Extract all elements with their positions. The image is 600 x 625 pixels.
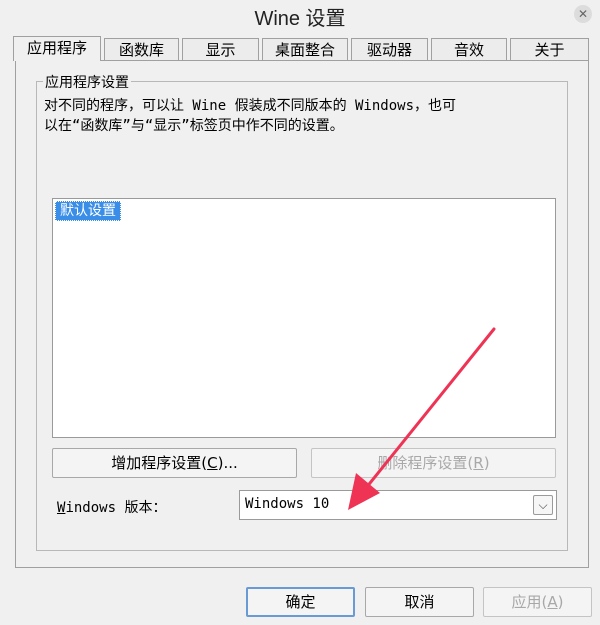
window-title: Wine 设置 xyxy=(254,8,346,30)
application-list[interactable]: 默认设置 xyxy=(52,198,556,438)
tab-applications[interactable]: 应用程序 xyxy=(13,36,101,61)
apply-button-label-pre: 应用( xyxy=(511,593,548,611)
cancel-button[interactable]: 取消 xyxy=(365,587,474,617)
add-button-label-pre: 增加程序设置( xyxy=(111,454,208,472)
description-line-2: 以在“函数库”与“显示”标签页中作不同的设置。 xyxy=(44,118,344,134)
apply-button-accel: A xyxy=(547,593,558,611)
application-settings-group: 应用程序设置 对不同的程序，可以让 Wine 假装成不同版本的 Windows，… xyxy=(36,72,568,551)
list-item-default[interactable]: 默认设置 xyxy=(55,201,121,221)
apply-button-label-post: ) xyxy=(557,593,564,611)
applications-tab-panel: 应用程序设置 对不同的程序，可以让 Wine 假装成不同版本的 Windows，… xyxy=(15,60,589,568)
apply-button[interactable]: 应用(A) xyxy=(483,587,592,617)
version-label-text: indows 版本： xyxy=(65,500,167,516)
tab-graphics[interactable]: 显示 xyxy=(182,38,259,60)
close-icon[interactable]: ✕ xyxy=(574,5,592,23)
chevron-down-icon[interactable]: ⌵ xyxy=(533,495,553,515)
group-title: 应用程序设置 xyxy=(43,72,131,92)
description-text: 对不同的程序，可以让 Wine 假装成不同版本的 Windows，也可 以在“函… xyxy=(44,96,559,136)
title-bar: Wine 设置 ✕ xyxy=(0,0,600,30)
windows-version-label: Windows 版本： xyxy=(57,497,166,517)
add-button-accel: C xyxy=(207,454,218,472)
ok-button[interactable]: 确定 xyxy=(246,587,355,617)
tab-audio[interactable]: 音效 xyxy=(431,38,507,60)
tab-desktop-integration[interactable]: 桌面整合 xyxy=(262,38,348,60)
add-application-button[interactable]: 增加程序设置(C)... xyxy=(52,448,297,478)
remove-button-accel: R xyxy=(473,454,484,472)
description-line-1: 对不同的程序，可以让 Wine 假装成不同版本的 Windows，也可 xyxy=(44,98,457,114)
windows-version-select[interactable]: Windows 10 ⌵ xyxy=(239,490,557,520)
remove-application-button[interactable]: 删除程序设置(R) xyxy=(311,448,556,478)
wine-settings-window: Wine 设置 ✕ 应用程序 函数库 显示 桌面整合 驱动器 音效 关于 应用程… xyxy=(0,0,600,625)
remove-button-label-pre: 删除程序设置( xyxy=(377,454,474,472)
add-button-label-post: )... xyxy=(217,454,238,472)
tab-bar: 应用程序 函数库 显示 桌面整合 驱动器 音效 关于 xyxy=(13,36,589,61)
tab-libraries[interactable]: 函数库 xyxy=(104,38,179,60)
tab-about[interactable]: 关于 xyxy=(510,38,589,60)
remove-button-label-post: ) xyxy=(483,454,490,472)
tab-drives[interactable]: 驱动器 xyxy=(351,38,428,60)
windows-version-value: Windows 10 xyxy=(245,496,330,512)
